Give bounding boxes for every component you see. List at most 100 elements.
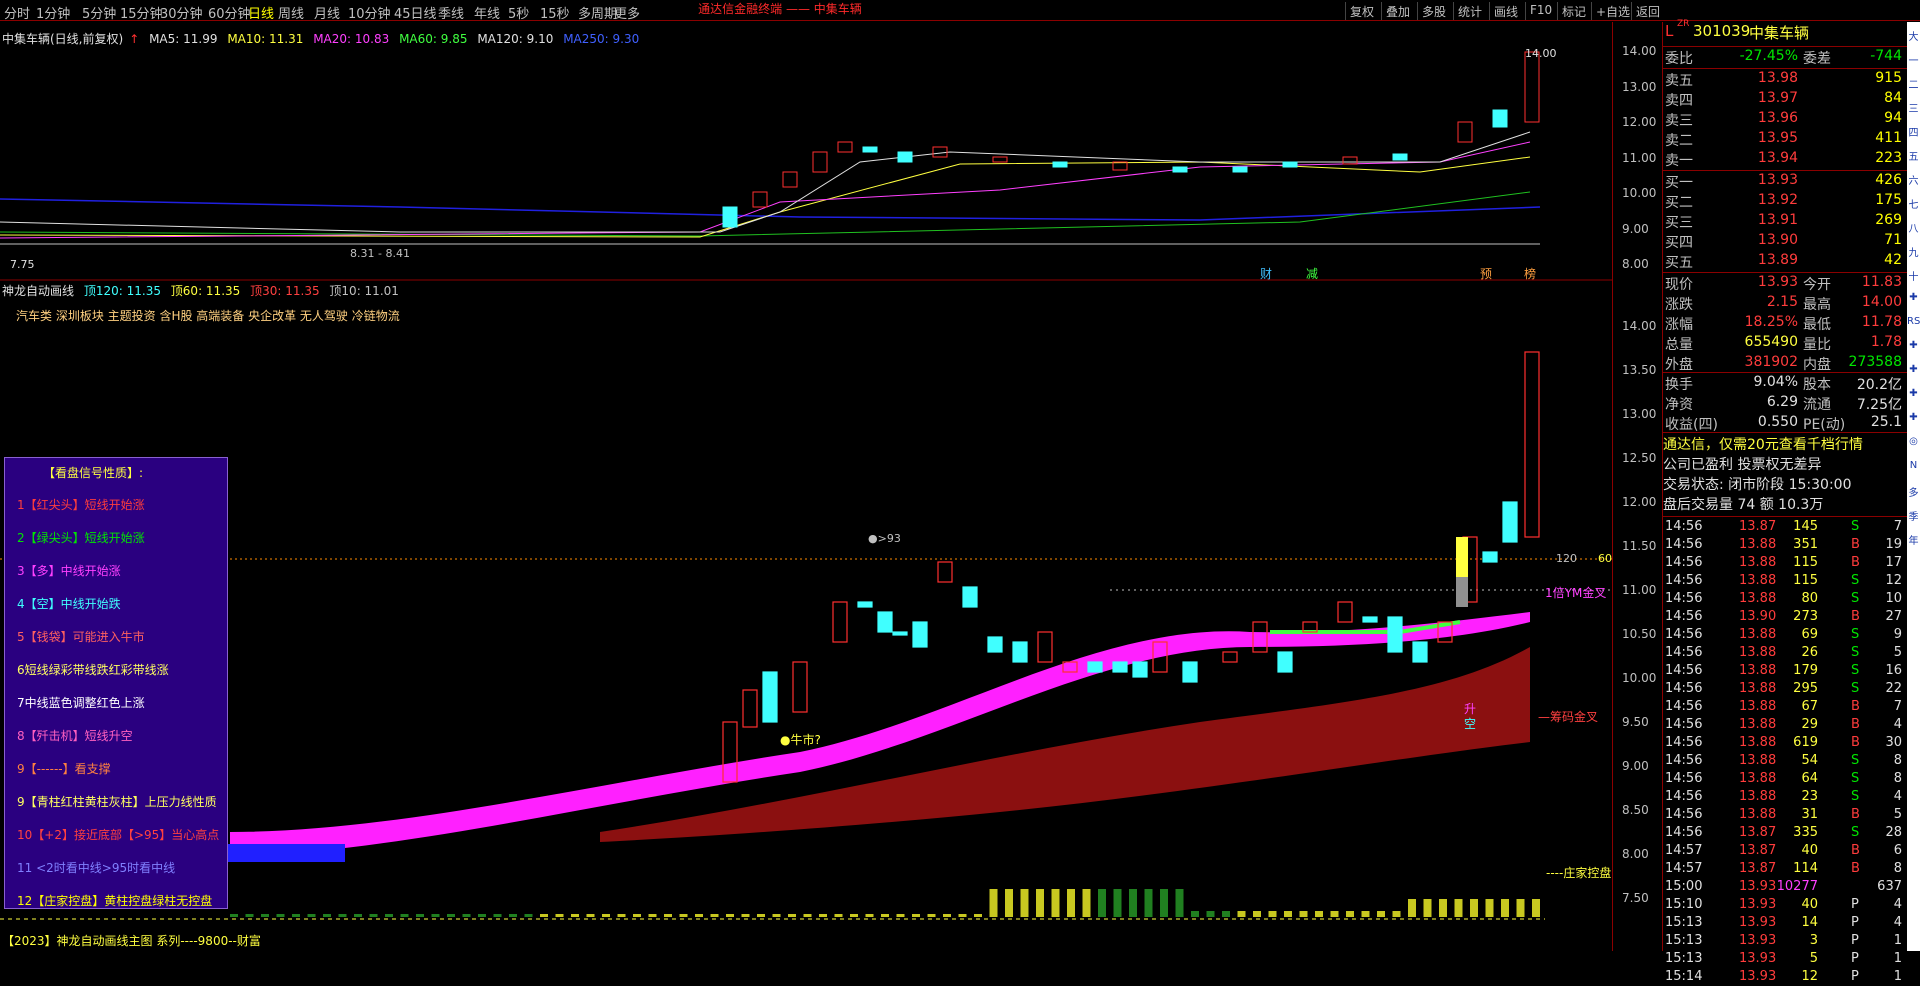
- side-tool-icon[interactable]: ✚: [1907, 364, 1920, 375]
- toolbar-button[interactable]: 复权: [1345, 2, 1378, 20]
- tick-time: 14:56: [1665, 591, 1703, 606]
- bid-volume: 426: [1875, 172, 1902, 188]
- event-mark-cai[interactable]: 财: [1260, 265, 1272, 282]
- upper-axis-label: 11.00: [1622, 150, 1657, 165]
- side-tool-icon[interactable]: 七: [1907, 196, 1920, 211]
- timeframe-tab[interactable]: 10分钟: [348, 3, 391, 22]
- timeframe-tab[interactable]: 5分钟: [82, 3, 116, 22]
- tick-row: 14:56 13.87 145 S 7: [1663, 518, 1908, 536]
- toolbar-button[interactable]: 画线: [1489, 2, 1522, 20]
- toolbar-button[interactable]: F10: [1525, 2, 1556, 20]
- toolbar-button[interactable]: 返回: [1631, 2, 1664, 20]
- toolbar-button[interactable]: 多股: [1417, 2, 1450, 20]
- candle: [1222, 651, 1238, 663]
- side-tool-icon[interactable]: RSI: [1907, 316, 1920, 327]
- timeframe-tab[interactable]: 分时: [4, 3, 30, 22]
- ask-row[interactable]: 卖四 13.97 84: [1663, 90, 1908, 109]
- side-tool-icon[interactable]: 一: [1907, 52, 1920, 67]
- indicator-name[interactable]: 神龙自动画线: [2, 284, 74, 298]
- control-bar: [1501, 899, 1509, 917]
- ask-label: 卖四: [1665, 93, 1693, 109]
- timeframe-tab[interactable]: 5秒: [508, 3, 529, 22]
- timeframe-tab[interactable]: 30分钟: [160, 3, 203, 22]
- legend-item: 5【钱袋】可能进入牛市: [17, 630, 145, 644]
- bid-row[interactable]: 买四 13.90 71: [1663, 232, 1908, 251]
- tick-side: S: [1851, 825, 1860, 840]
- timeframe-tab[interactable]: 周线: [278, 3, 304, 22]
- tick-volume: 335: [1793, 825, 1818, 840]
- bid-row[interactable]: 买一 13.93 426: [1663, 172, 1908, 191]
- control-bar: [633, 914, 641, 917]
- tick-row: 15:13 13.93 14 P 4: [1663, 914, 1908, 932]
- timeframe-tab[interactable]: 年线: [474, 3, 500, 22]
- timeframe-tab[interactable]: 15秒: [540, 3, 570, 22]
- timeframe-tab[interactable]: 季线: [438, 3, 464, 22]
- ask-row[interactable]: 卖五 13.98 915: [1663, 70, 1908, 89]
- side-tool-icon[interactable]: N: [1907, 460, 1920, 471]
- tick-row: 14:57 13.87 114 B 8: [1663, 860, 1908, 878]
- side-tool-icon[interactable]: 三: [1907, 100, 1920, 115]
- side-tool-icon[interactable]: 年: [1907, 532, 1920, 547]
- side-tool-icon[interactable]: 十: [1907, 268, 1920, 283]
- side-tool-icon[interactable]: 季: [1907, 508, 1920, 523]
- candle: [912, 621, 928, 648]
- side-tool-icon[interactable]: ✚: [1907, 388, 1920, 399]
- event-mark-yu[interactable]: 预: [1480, 265, 1492, 282]
- side-tool-icon[interactable]: ✚: [1907, 412, 1920, 423]
- ask-volume: 84: [1884, 90, 1902, 106]
- tick-volume: 31: [1801, 807, 1818, 822]
- kline-chart[interactable]: [0, 22, 1612, 951]
- event-mark-bang[interactable]: 榜: [1524, 265, 1536, 282]
- control-bar: [1160, 889, 1168, 917]
- control-bar: [323, 914, 331, 917]
- tick-price: 13.88: [1739, 681, 1777, 696]
- side-tool-icon[interactable]: ✚: [1907, 340, 1920, 351]
- timeframe-tab[interactable]: 月线: [314, 3, 340, 22]
- tick-row: 15:13 13.93 3 P 1: [1663, 932, 1908, 950]
- timeframe-tab[interactable]: 60分钟: [208, 3, 251, 22]
- ad-banner[interactable]: 通达信，仅需20元查看千档行情: [1663, 434, 1908, 453]
- tick-row: 14:56 13.88 23 S 4: [1663, 788, 1908, 806]
- line60-label: 60: [1598, 552, 1612, 565]
- tick-row: 14:56 13.88 54 S 8: [1663, 752, 1908, 770]
- candle: [1502, 501, 1518, 543]
- bid-label: 买五: [1665, 255, 1693, 271]
- bid-row[interactable]: 买三 13.91 269: [1663, 212, 1908, 231]
- event-mark-jian[interactable]: 减: [1306, 265, 1318, 282]
- side-tool-icon[interactable]: 八: [1907, 220, 1920, 235]
- toolbar-button[interactable]: 统计: [1453, 2, 1486, 20]
- timeframe-tab[interactable]: 1分钟: [36, 3, 70, 22]
- tick-price: 13.88: [1739, 663, 1777, 678]
- bid-label: 买二: [1665, 195, 1693, 211]
- side-tool-icon[interactable]: 大: [1907, 28, 1920, 43]
- side-tool-icon[interactable]: 九: [1907, 244, 1920, 259]
- tick-volume: 10277: [1776, 879, 1818, 894]
- side-tool-icon[interactable]: 多: [1907, 484, 1920, 499]
- tick-count: 16: [1885, 663, 1902, 678]
- side-tool-icon[interactable]: 二: [1907, 76, 1920, 91]
- toolbar-button[interactable]: 叠加: [1381, 2, 1414, 20]
- bid-row[interactable]: 买二 13.92 175: [1663, 192, 1908, 211]
- side-tool-icon[interactable]: 五: [1907, 148, 1920, 163]
- timeframe-tab[interactable]: 更多: [614, 3, 640, 22]
- ask-row[interactable]: 卖一 13.94 223: [1663, 150, 1908, 169]
- tick-volume: 40: [1801, 897, 1818, 912]
- timeframe-tab[interactable]: 15分钟: [120, 3, 163, 22]
- side-tool-icon[interactable]: ◎: [1907, 436, 1920, 447]
- toolbar-button[interactable]: +自选: [1591, 2, 1634, 20]
- ask-row[interactable]: 卖三 13.96 94: [1663, 110, 1908, 129]
- ask-row[interactable]: 卖二 13.95 411: [1663, 130, 1908, 149]
- control-bar: [1439, 899, 1447, 917]
- side-tool-icon[interactable]: 四: [1907, 124, 1920, 139]
- blue-band: [225, 844, 345, 862]
- control-bar: [230, 914, 238, 917]
- side-tool-icon[interactable]: ✚: [1907, 292, 1920, 303]
- timeframe-tab[interactable]: 日线: [248, 3, 274, 22]
- timeframe-tab[interactable]: 45日线: [394, 3, 437, 22]
- timeframe-tab[interactable]: 多周期: [578, 3, 617, 22]
- toolbar-button[interactable]: 标记: [1557, 2, 1590, 20]
- candle: [962, 586, 978, 608]
- side-tool-icon[interactable]: 六: [1907, 172, 1920, 187]
- tick-price: 13.87: [1739, 519, 1777, 534]
- bid-row[interactable]: 买五 13.89 42: [1663, 252, 1908, 271]
